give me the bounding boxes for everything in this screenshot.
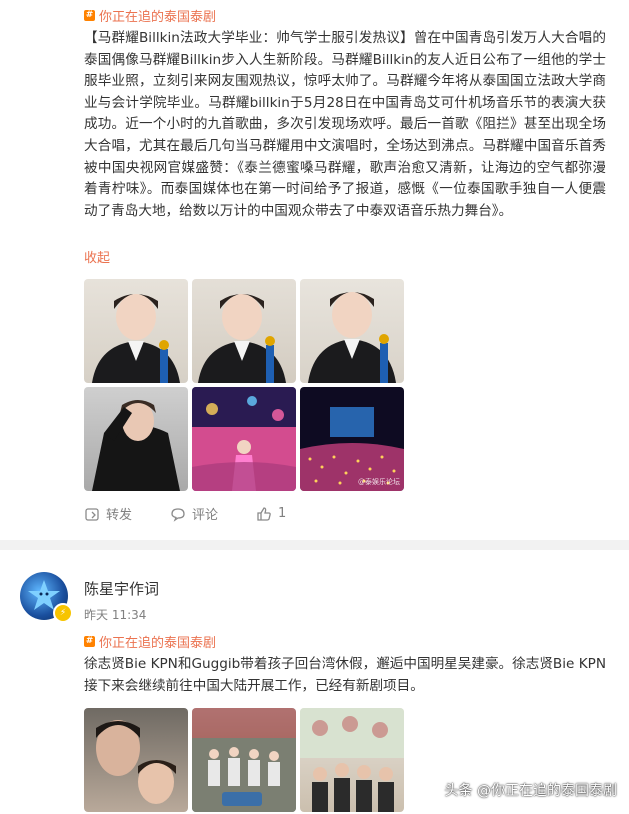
photo-thumbnail[interactable]: [84, 279, 188, 383]
post-body-text: 徐志贤Bie KPN和Guggib带着孩子回台湾休假，邂逅中国明星吴建豪。徐志贤…: [84, 656, 606, 694]
comment-button[interactable]: 评论: [170, 504, 218, 523]
photo-grid: [84, 708, 404, 812]
repost-icon: [85, 507, 99, 521]
like-icon: [257, 506, 271, 521]
photo-grid: @泰娱乐论坛: [84, 279, 404, 491]
topic-icon: #: [84, 636, 95, 647]
photo-thumbnail[interactable]: [84, 708, 188, 812]
topic-link[interactable]: # 你正在追的泰国泰剧: [84, 632, 216, 651]
graduation-photo-image: [92, 294, 180, 383]
photo-thumbnail[interactable]: [192, 279, 296, 383]
watermark-text: 头条 @你正在追的泰国泰剧: [444, 783, 617, 799]
repost-button[interactable]: 转发: [84, 504, 132, 523]
post-card-2: ⚡ 陈星宇作词 昨天 11:34 # 你正在追的泰国泰剧 徐志贤Bie KPN和…: [0, 550, 629, 814]
post-timestamp: 昨天 11:34: [84, 608, 147, 622]
collapse-link[interactable]: 收起: [84, 247, 110, 266]
concert-photo-image: [192, 387, 296, 491]
topic-link[interactable]: # 你正在追的泰国泰剧: [84, 6, 216, 25]
post-card-1: # 你正在追的泰国泰剧 【马群耀Billkin法政大学毕业：帅气学士服引发热议】…: [0, 0, 629, 540]
restaurant-photo-image: [300, 708, 404, 812]
photo-thumbnail[interactable]: [192, 387, 296, 491]
concert-photo-image: [300, 407, 404, 491]
like-button[interactable]: 1: [256, 506, 286, 522]
topic-label: 你正在追的泰国泰剧: [99, 10, 217, 25]
repost-label: 转发: [106, 508, 133, 523]
post-actions: 转发 评论 1: [84, 504, 286, 523]
topic-icon: #: [84, 10, 95, 21]
like-count: 1: [278, 506, 287, 521]
photo-thumbnail[interactable]: [300, 708, 404, 812]
selfie-photo-image: [96, 720, 176, 804]
topic-label: 你正在追的泰国泰剧: [99, 636, 217, 651]
photo-thumbnail[interactable]: [192, 708, 296, 812]
graduation-photo-image: [308, 292, 396, 383]
comment-icon: [171, 507, 185, 522]
photo-watermark: @泰娱乐论坛: [358, 478, 400, 486]
photo-thumbnail[interactable]: [84, 387, 188, 491]
graduation-photo-image: [198, 294, 286, 383]
verified-badge-icon: ⚡: [53, 603, 73, 623]
section-divider: [0, 540, 629, 550]
author-name[interactable]: 陈星宇作词: [84, 578, 159, 599]
comment-label: 评论: [192, 508, 219, 523]
portrait-photo-image: [92, 400, 180, 491]
photo-thumbnail[interactable]: @泰娱乐论坛: [300, 387, 404, 491]
street-photo-image: [192, 708, 296, 812]
photo-thumbnail[interactable]: [300, 279, 404, 383]
post-body-text: 【马群耀Billkin法政大学毕业：帅气学士服引发热议】曾在中国青岛引发万人大合…: [84, 30, 606, 219]
